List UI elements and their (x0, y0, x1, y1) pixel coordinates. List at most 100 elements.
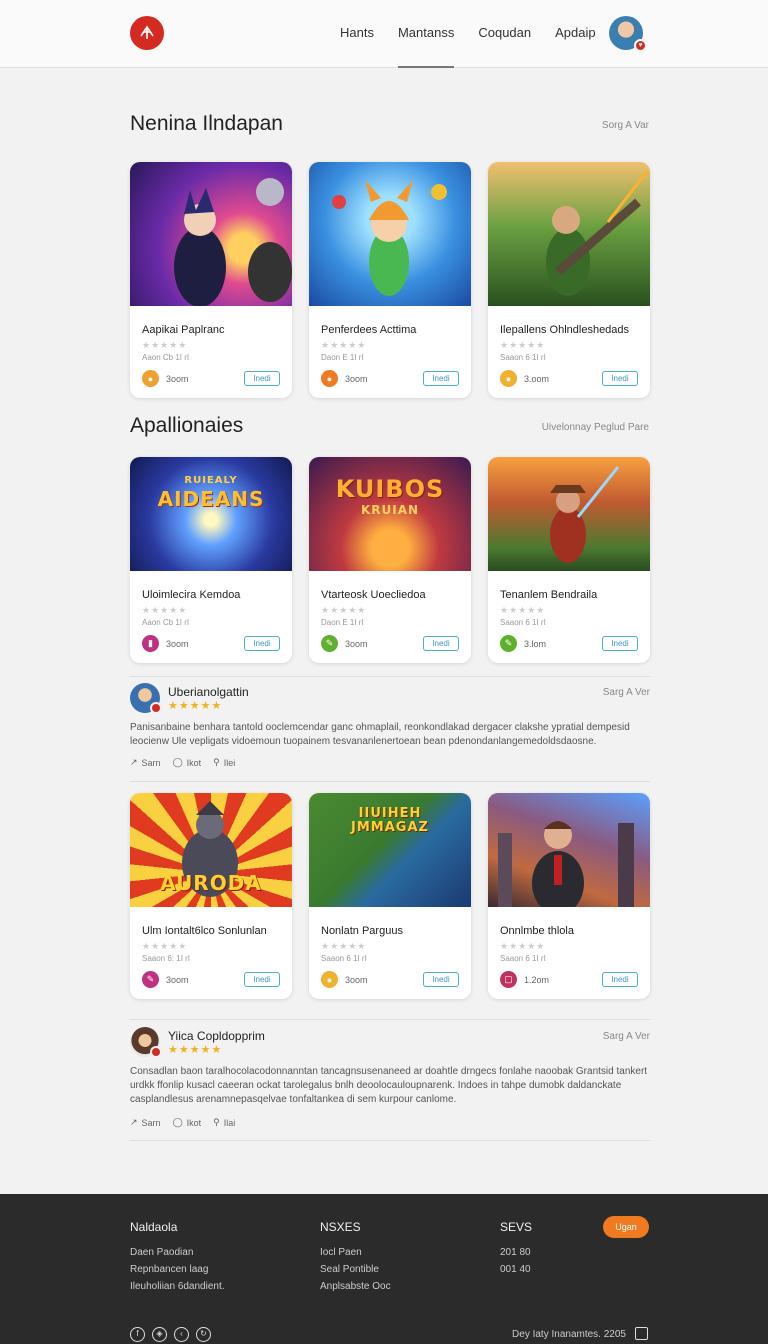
footer-link[interactable]: 201 80 (500, 1247, 532, 1258)
social-links: f ◈ ‹ ↻ (130, 1327, 211, 1342)
nav-item-hants[interactable]: Hants (340, 0, 374, 68)
rating-stars-icon: ★★★★★ (142, 941, 188, 951)
install-button[interactable]: Inedi (423, 371, 459, 386)
share-button[interactable]: ↗ Sarn (130, 757, 161, 768)
facebook-icon[interactable]: f (130, 1327, 145, 1342)
search-icon: ⚲ (213, 1117, 220, 1127)
app-meta: Saaon 6: 1I rI (142, 954, 191, 963)
footer-cta-button[interactable]: Ugan (603, 1216, 649, 1238)
app-title: Onnlmbe thlola (500, 925, 574, 937)
nav-item-apdaip[interactable]: Apdaip (555, 0, 595, 68)
footer-link[interactable]: Repnbancen laag (130, 1264, 225, 1275)
install-button[interactable]: Inedi (423, 636, 459, 651)
chevron-left-icon[interactable]: ‹ (174, 1327, 189, 1342)
search-button[interactable]: ⚲ Ilei (213, 757, 235, 768)
banner-subtitle: KRUIAN (360, 503, 420, 517)
comment-button[interactable]: ◯ Ikot (173, 1117, 202, 1128)
copyright-text: Dey Iaty Inanamtes. 2205 (512, 1329, 626, 1340)
install-button[interactable]: Inedi (244, 636, 280, 651)
comment-icon: ◯ (172, 1117, 183, 1127)
footer-column: NSXES Iocl Paen Seal Pontible Anplsabste… (320, 1220, 391, 1298)
section-see-all-link[interactable]: Sorg A Var (602, 120, 649, 131)
app-thumbnail (488, 162, 650, 306)
external-link-icon[interactable] (635, 1327, 648, 1340)
app-title: Vtarteosk Uoecliedoa (321, 589, 426, 601)
rating-stars-icon: ★★★★★ (500, 605, 546, 615)
app-card[interactable]: KUIBOS KRUIAN Vtarteosk Uoecliedoa ★★★★★… (309, 457, 471, 663)
install-button[interactable]: Inedi (244, 371, 280, 386)
verified-badge-icon (150, 702, 162, 714)
footer-column: SEVS 201 80 001 40 (500, 1220, 532, 1281)
footer: Naldaola Daen Paodian Repnbancen laag Il… (0, 1194, 768, 1344)
top-navigation-bar: Hants Mantanss Coqudan Apdaip ♥ (0, 0, 768, 68)
review-see-all-link[interactable]: Sarg A Ver (603, 1031, 650, 1042)
banner-title: KUIBOS (335, 475, 445, 503)
app-thumbnail (488, 793, 650, 907)
share-icon: ↗ (130, 757, 138, 767)
app-card[interactable]: IIUIHEH JMMAGAZ Nonlatn Parguus ★★★★★ Sa… (309, 793, 471, 999)
footer-heading: NSXES (320, 1220, 361, 1234)
app-card[interactable]: RUIEALY AIDEANS Uloimlecira Kemdoa ★★★★★… (130, 457, 292, 663)
section-see-all-link[interactable]: Uivelonnay Peglud Pare (542, 422, 649, 433)
app-logo-icon[interactable] (130, 16, 164, 50)
search-icon: ⚲ (213, 757, 220, 767)
app-size: 3oom (345, 639, 368, 649)
section-title: Nenina Ilndapan (130, 112, 283, 135)
app-badge-icon: ✎ (321, 635, 338, 652)
review-see-all-link[interactable]: Sarg A Ver (603, 687, 650, 698)
install-button[interactable]: Inedi (602, 636, 638, 651)
app-card[interactable]: Onnlmbe thlola ★★★★★ Saaon 6 1I rI ▢ 1.2… (488, 793, 650, 999)
review-text: Consadlan baon taralhocolacodonnanntan t… (130, 1066, 648, 1105)
app-meta: Daon E 1I rI (321, 618, 364, 627)
footer-link[interactable]: Iocl Paen (320, 1247, 391, 1258)
app-card[interactable]: Tenanlem Bendraila ★★★★★ Saaon 6 1I rI ✎… (488, 457, 650, 663)
verified-badge-icon (150, 1046, 162, 1058)
rating-stars-icon: ★★★★★ (321, 941, 367, 951)
divider (130, 676, 650, 677)
app-meta: Saaon 6 1I rI (500, 353, 546, 362)
app-title: Ulm Iontalt6lco Sonlunlan (142, 925, 267, 937)
rating-stars-icon: ★★★★★ (321, 340, 367, 350)
rating-stars-icon: ★★★★★ (142, 340, 188, 350)
app-size: 3oom (345, 374, 368, 384)
banner-title: AIDEANS (157, 487, 265, 511)
search-button[interactable]: ⚲ Ilai (213, 1117, 235, 1128)
app-badge-icon: ✎ (500, 635, 517, 652)
nav-item-coqudan[interactable]: Coqudan (478, 0, 531, 68)
main-nav: Hants Mantanss Coqudan Apdaip (340, 0, 620, 68)
footer-link[interactable]: Anplsabste Ooc (320, 1281, 391, 1292)
app-size: 1.2om (524, 975, 550, 985)
footer-link[interactable]: 001 40 (500, 1264, 532, 1275)
refresh-icon[interactable]: ↻ (196, 1327, 211, 1342)
footer-link[interactable]: Daen Paodian (130, 1247, 225, 1258)
section-title: Apallionaies (130, 414, 244, 437)
app-card[interactable]: AURODA Ulm Iontalt6lco Sonlunlan ★★★★★ S… (130, 793, 292, 999)
footer-link[interactable]: Seal Pontible (320, 1264, 391, 1275)
divider (130, 781, 650, 782)
app-meta: Saaon 6 1I rI (321, 954, 367, 963)
install-button[interactable]: Inedi (602, 972, 638, 987)
nav-item-mantanss[interactable]: Mantanss (397, 0, 455, 68)
compass-icon[interactable]: ◈ (152, 1327, 167, 1342)
install-button[interactable]: Inedi (602, 371, 638, 386)
app-meta: Saaon 6 1I rI (500, 618, 546, 627)
app-card[interactable]: Penferdees Acttima ★★★★★ Daon E 1I rI ● … (309, 162, 471, 398)
share-button[interactable]: ↗ Sarn (130, 1117, 161, 1128)
app-meta: Aaon Cb 1I rI (142, 618, 190, 627)
app-size: 3.oom (524, 374, 550, 384)
app-card[interactable]: Ilepallens Ohlndleshedads ★★★★★ Saaon 6 … (488, 162, 650, 398)
footer-link[interactable]: Ileuholiian 6dandient. (130, 1281, 225, 1292)
app-thumbnail: IIUIHEH JMMAGAZ (309, 793, 471, 907)
user-avatar[interactable]: ♥ (609, 16, 647, 52)
install-button[interactable]: Inedi (423, 972, 459, 987)
share-icon: ↗ (130, 1117, 138, 1127)
app-size: 3oom (166, 639, 189, 649)
app-card[interactable]: Aapikai Paplranc ★★★★★ Aaon Cb 1I rI ● 3… (130, 162, 292, 398)
app-card-row: Aapikai Paplranc ★★★★★ Aaon Cb 1I rI ● 3… (130, 162, 650, 398)
review: Uberianolgattin ★★★★★ Sarg A Ver Panisan… (130, 683, 650, 773)
banner-subtitle: RUIEALY (184, 475, 238, 486)
comment-button[interactable]: ◯ Ikot (173, 757, 202, 768)
install-button[interactable]: Inedi (244, 972, 280, 987)
app-size: 3oom (166, 374, 189, 384)
app-badge-icon: ● (321, 971, 338, 988)
